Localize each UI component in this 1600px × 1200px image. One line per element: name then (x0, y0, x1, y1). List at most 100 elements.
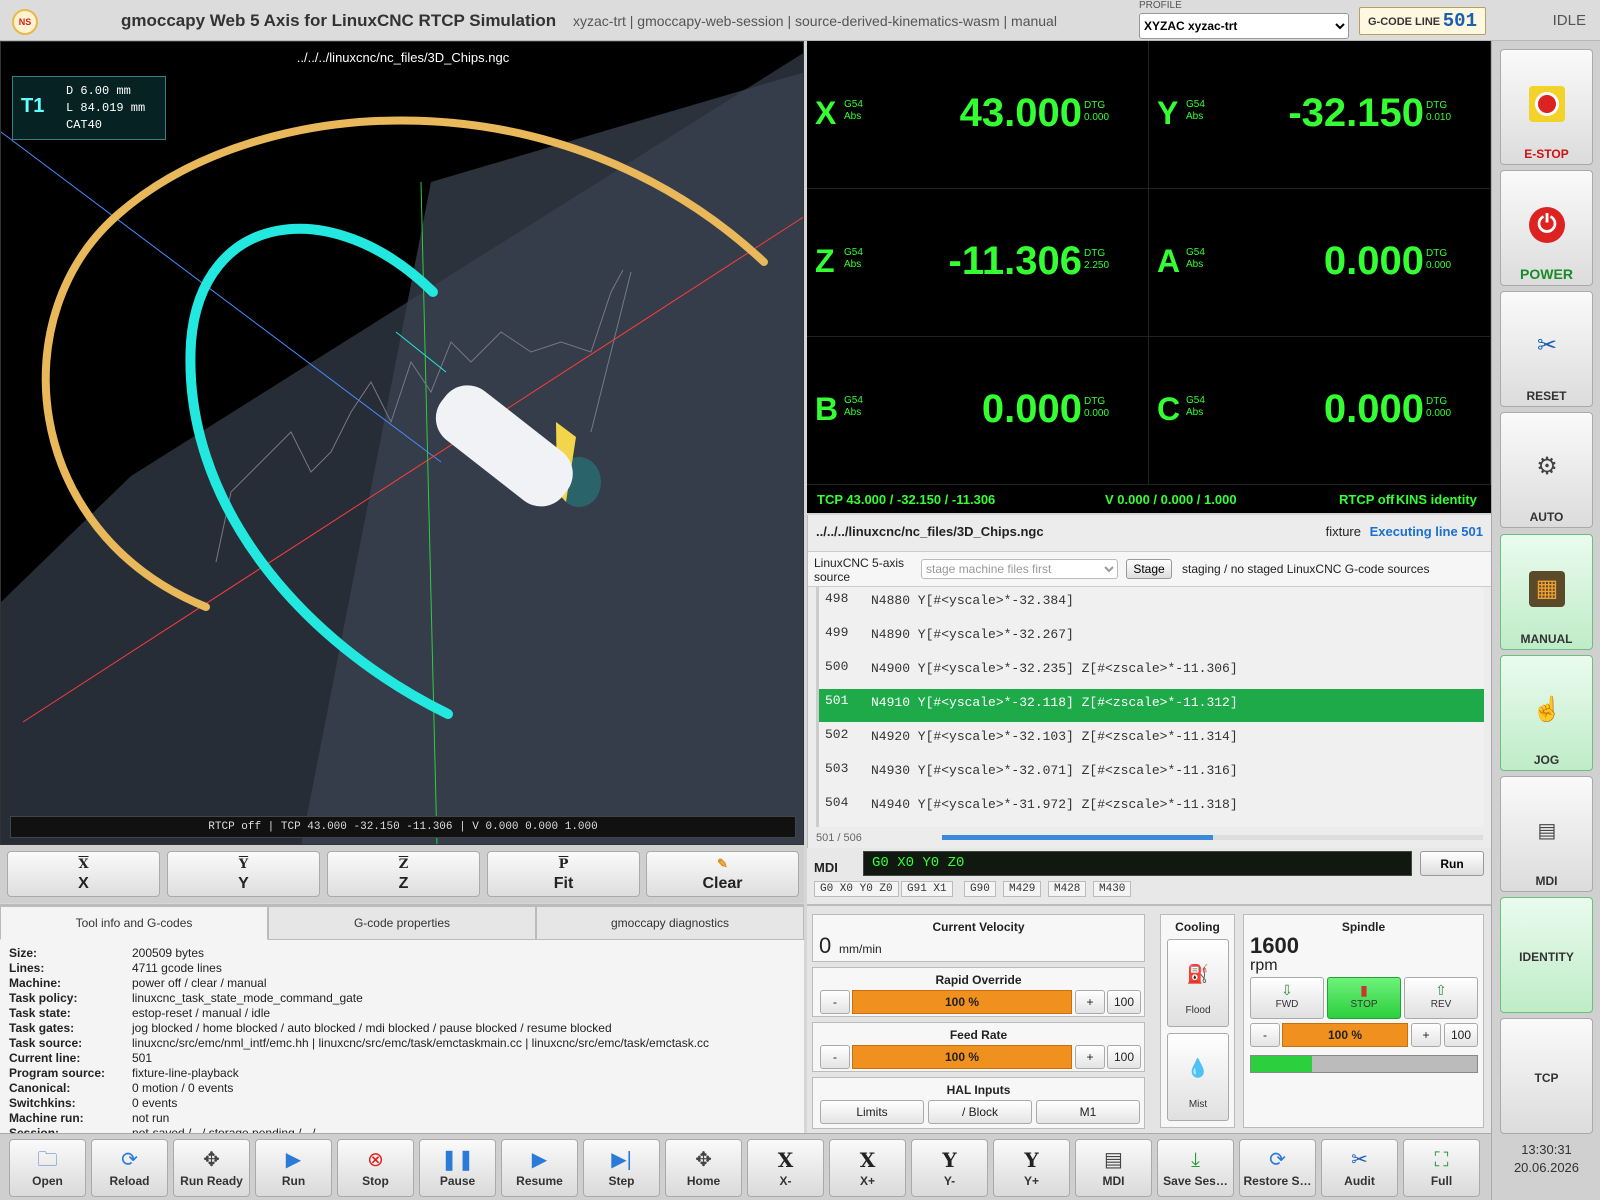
view-z-button[interactable]: ZZ (327, 851, 480, 897)
open-button[interactable]: 🗀 Open (9, 1139, 86, 1197)
jog-y-minus-button[interactable]: Y Y- (911, 1139, 988, 1197)
mist-button[interactable]: 💧 Mist (1167, 1033, 1229, 1121)
mdi-history-item[interactable]: M428 (1048, 881, 1087, 897)
view-clear-button[interactable]: ✎ Clear (646, 851, 799, 897)
fit-view-icon: P (558, 857, 569, 872)
info-row: Size: 200509 bytes (9, 946, 205, 960)
stage-button[interactable]: Stage (1126, 559, 1172, 579)
info-rows: Size: 200509 bytes Lines: 4711 gcode lines… (9, 946, 799, 1141)
mdi-history-item[interactable]: M429 (1003, 881, 1042, 897)
resume-button[interactable]: ▶ Resume (501, 1139, 578, 1197)
pause-button[interactable]: ❚❚ Pause (419, 1139, 496, 1197)
view-fit-button[interactable]: P Fit (487, 851, 640, 897)
spindle-override-slider[interactable]: 100 % (1282, 1023, 1408, 1047)
jog-y-plus-button[interactable]: Y Y+ (993, 1139, 1070, 1197)
gcode-line[interactable]: 498 N4880 Y[#<yscale>*-32.384] (819, 587, 1484, 620)
spindle-rev-button[interactable]: ⇧ REV (1404, 977, 1478, 1019)
view-x-button[interactable]: XX (7, 851, 160, 897)
dro-a[interactable]: A G54 Abs 0.000 DTG 0.000 (1149, 189, 1491, 337)
stop-label: Stop (362, 1174, 389, 1188)
gcode-line[interactable]: 500 N4900 Y[#<yscale>*-32.235] Z[#<zscale… (819, 655, 1484, 688)
spindle-unit: rpm (1250, 957, 1278, 974)
mdi-toolbar-button[interactable]: ▤ MDI (1075, 1139, 1152, 1197)
source-select[interactable]: stage machine files first (921, 559, 1118, 579)
gcode-listing[interactable]: 498 N4880 Y[#<yscale>*-32.384] 499 N4890 Y… (816, 587, 1484, 827)
reload-button[interactable]: ⟳ Reload (91, 1139, 168, 1197)
tool-holder: CAT40 (66, 118, 103, 132)
jog-x-plus-button[interactable]: X X+ (829, 1139, 906, 1197)
fullscreen-icon: ⛶ (1434, 1149, 1449, 1171)
y-axis-icon: Y (1024, 1148, 1039, 1172)
spindle-stop-button[interactable]: ▮ STOP (1327, 977, 1401, 1019)
mdi-mode-button[interactable]: ▤ MDI (1500, 776, 1593, 892)
dro-b[interactable]: B G54 Abs 0.000 DTG 0.000 (807, 337, 1149, 485)
save-session-button[interactable]: ⤓ Save Ses… (1157, 1139, 1234, 1197)
info-row: Program source: fixture-line-playback (9, 1066, 239, 1080)
mdi-history-item[interactable]: G90 (964, 881, 996, 897)
rapid-override-slider[interactable]: 100 % (852, 990, 1072, 1014)
rapid-minus-button[interactable]: - (820, 990, 850, 1014)
tab-diagnostics[interactable]: gmoccapy diagnostics (536, 906, 804, 940)
mdi-icon: ▤ (1537, 820, 1557, 842)
dro-c[interactable]: C G54 Abs 0.000 DTG 0.000 (1149, 337, 1491, 485)
spindle-plus-button[interactable]: + (1411, 1023, 1441, 1047)
spindle-minus-button[interactable]: - (1250, 1023, 1280, 1047)
source-row: LinuxCNC 5-axis source stage machine fil… (808, 551, 1492, 587)
feed-reset-button[interactable]: 100 (1107, 1045, 1141, 1069)
gcode-line[interactable]: 503 N4930 Y[#<yscale>*-32.071] Z[#<zscale… (819, 757, 1484, 790)
power-button[interactable]: ⏻ POWER (1500, 170, 1593, 286)
spindle-reset-button[interactable]: 100 (1444, 1023, 1478, 1047)
hal-limits-button[interactable]: Limits (820, 1100, 924, 1124)
tab-gcode-properties[interactable]: G-code properties (268, 906, 536, 940)
audit-button[interactable]: ✂ Audit (1321, 1139, 1398, 1197)
gcode-line[interactable]: 502 N4920 Y[#<yscale>*-32.103] Z[#<zscale… (819, 723, 1484, 756)
jog-x-minus-button[interactable]: X X- (747, 1139, 824, 1197)
spindle-fwd-button[interactable]: ⇩ FWD (1250, 977, 1324, 1019)
feed-plus-button[interactable]: + (1075, 1045, 1105, 1069)
coord-system: G54 Abs (1186, 247, 1205, 270)
flood-button[interactable]: ⛽ Flood (1167, 939, 1229, 1027)
gcode-line[interactable]: 499 N4890 Y[#<yscale>*-32.267] (819, 621, 1484, 654)
rapid-plus-button[interactable]: + (1075, 990, 1105, 1014)
tcp-button[interactable]: TCP (1500, 1018, 1593, 1134)
profile-select[interactable]: XYZAC xyzac-trt (1139, 13, 1349, 39)
hal-m1-button[interactable]: M1 (1036, 1100, 1140, 1124)
home-button[interactable]: ✥ Home (665, 1139, 742, 1197)
rapid-reset-button[interactable]: 100 (1107, 990, 1141, 1014)
view-z-label: Z (398, 875, 409, 892)
tab-tool-info[interactable]: Tool info and G-codes (0, 906, 268, 940)
stop-button[interactable]: ⊗ Stop (337, 1139, 414, 1197)
reset-button[interactable]: ✂ RESET (1500, 291, 1593, 407)
toolpath-3d-view[interactable]: ../../../linuxcnc/nc_files/3D_Chips.ngc … (0, 41, 804, 845)
power-label: POWER (1520, 266, 1573, 282)
feed-minus-button[interactable]: - (820, 1045, 850, 1069)
dro-y[interactable]: Y G54 Abs -32.150 DTG 0.010 (1149, 41, 1491, 189)
identity-button[interactable]: IDENTITY (1500, 897, 1593, 1013)
auto-mode-button[interactable]: ⚙ AUTO (1500, 412, 1593, 528)
manual-mode-button[interactable]: ▦ MANUAL (1500, 534, 1593, 650)
step-button[interactable]: ▶| Step (583, 1139, 660, 1197)
jog-mode-button[interactable]: ☝ JOG (1500, 655, 1593, 771)
tools-icon: ✂ (1536, 332, 1558, 359)
restore-session-button[interactable]: ⟳ Restore S… (1239, 1139, 1316, 1197)
estop-button[interactable]: E-STOP (1500, 49, 1593, 165)
dtg: DTG 0.000 (1084, 100, 1110, 123)
hal-block-button[interactable]: / Block (928, 1100, 1032, 1124)
gcode-line[interactable]: 504 N4940 Y[#<yscale>*-31.972] Z[#<zscale… (819, 791, 1484, 824)
x-axis-icon: X (859, 1148, 876, 1172)
mdi-history-item[interactable]: G0 X0 Y0 Z0 (814, 881, 899, 897)
gcode-line-current[interactable]: 501 N4910 Y[#<yscale>*-32.118] Z[#<zscale… (819, 689, 1484, 722)
mdi-input[interactable]: G0 X0 Y0 Z0 (863, 851, 1412, 876)
run-button[interactable]: ▶ Run (255, 1139, 332, 1197)
dro-x[interactable]: X G54 Abs 43.000 DTG 0.000 (807, 41, 1149, 189)
info-row: Machine: power off / clear / manual (9, 976, 267, 990)
fullscreen-button[interactable]: ⛶ Full (1403, 1139, 1480, 1197)
feed-override-slider[interactable]: 100 % (852, 1045, 1072, 1069)
mdi-run-button[interactable]: Run (1420, 851, 1484, 876)
mdi-history-item[interactable]: M430 (1093, 881, 1132, 897)
dro-z[interactable]: Z G54 Abs -11.306 DTG 2.250 (807, 189, 1149, 337)
view-y-button[interactable]: YY (167, 851, 320, 897)
mdi-history-item[interactable]: G91 X1 (901, 881, 953, 897)
run-ready-button[interactable]: ✥ Run Ready (173, 1139, 250, 1197)
toolpath-canvas[interactable] (1, 42, 804, 845)
